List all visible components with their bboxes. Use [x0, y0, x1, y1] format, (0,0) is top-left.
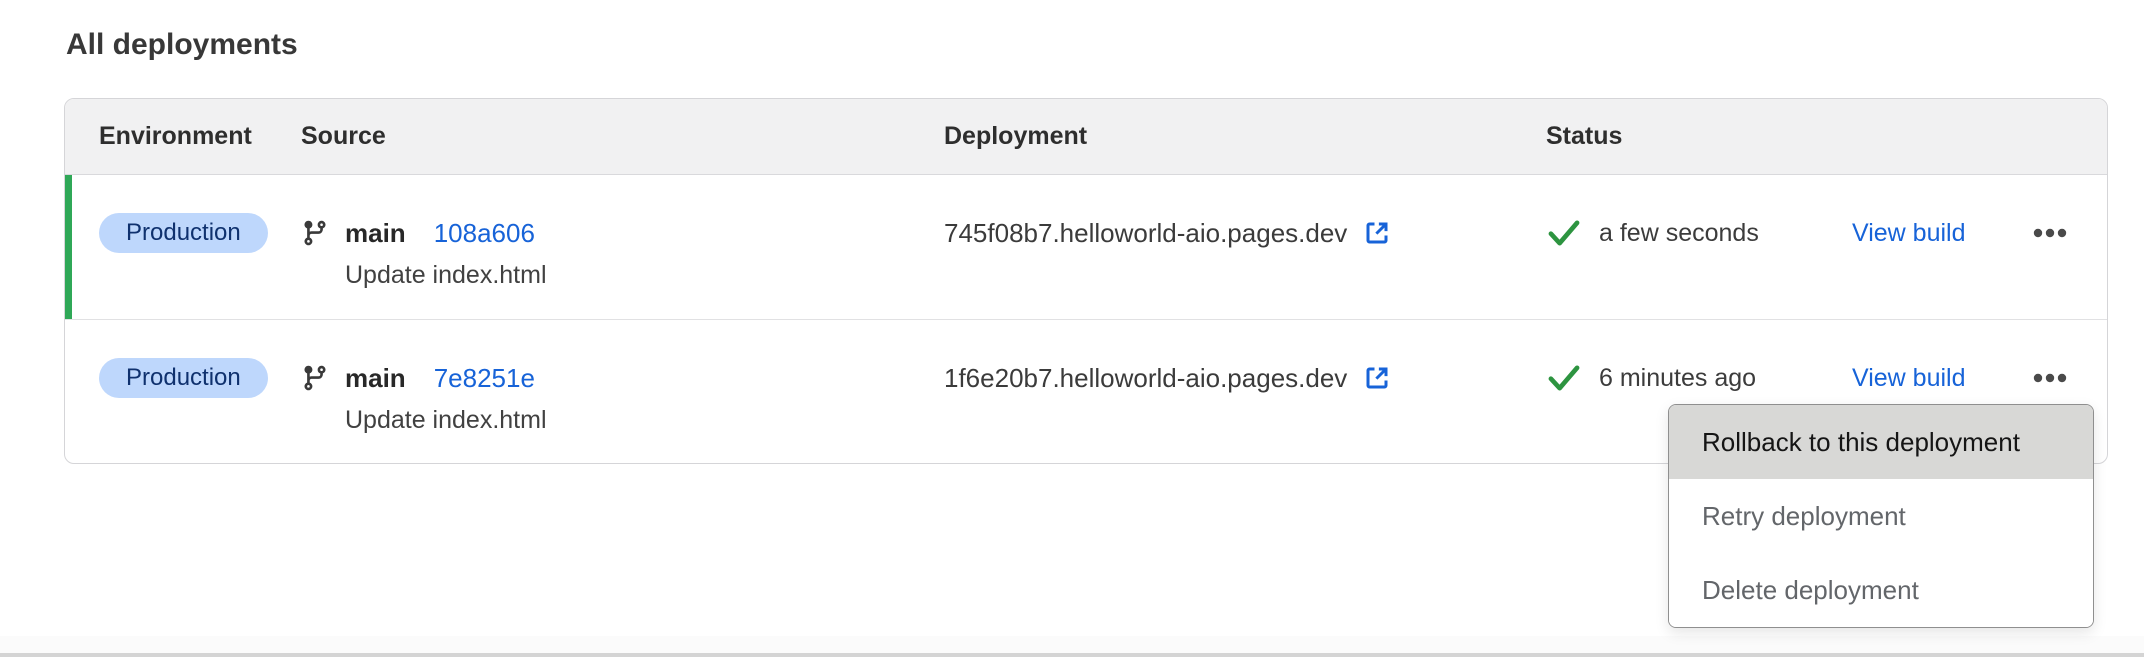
actions-cell: View build: [1852, 213, 2107, 253]
view-build-link[interactable]: View build: [1852, 219, 1966, 248]
deployment-context-menu: Rollback to this deployment Retry deploy…: [1668, 404, 2094, 628]
status-time: 6 minutes ago: [1599, 364, 1756, 393]
deployment-url: 745f08b7.helloworld-aio.pages.dev: [944, 218, 1347, 249]
commit-message: Update index.html: [345, 406, 944, 435]
row-menu-button[interactable]: [2029, 369, 2071, 387]
menu-item-retry[interactable]: Retry deployment: [1669, 479, 2093, 553]
source-cell: main 7e8251e Update index.html: [301, 358, 944, 435]
kebab-menu-icon: [2033, 373, 2067, 383]
column-header-deployment: Deployment: [944, 122, 1546, 151]
column-header-environment: Environment: [99, 122, 301, 151]
deployment-cell: 745f08b7.helloworld-aio.pages.dev: [944, 213, 1546, 253]
git-branch-icon: [301, 364, 329, 392]
status-time: a few seconds: [1599, 219, 1759, 248]
status-cell: a few seconds: [1546, 213, 1852, 253]
column-header-source: Source: [301, 122, 944, 151]
external-link-icon[interactable]: [1362, 218, 1392, 248]
environment-cell: Production: [99, 213, 301, 253]
commit-message: Update index.html: [345, 261, 944, 290]
next-section-band: [0, 636, 2144, 653]
environment-badge: Production: [99, 213, 268, 253]
success-check-icon: [1546, 362, 1582, 394]
table-row: Production main 108a606 Update index.htm…: [65, 175, 2107, 319]
success-check-icon: [1546, 217, 1582, 249]
actions-cell: View build: [1852, 358, 2107, 398]
deployment-cell: 1f6e20b7.helloworld-aio.pages.dev: [944, 358, 1546, 398]
environment-cell: Production: [99, 358, 301, 398]
commit-link[interactable]: 7e8251e: [434, 363, 535, 394]
branch-name: main: [345, 218, 406, 249]
section-divider: [0, 653, 2144, 657]
git-branch-icon: [301, 219, 329, 247]
deployments-page: All deployments Environment Source Deplo…: [0, 0, 2144, 662]
external-link-icon[interactable]: [1362, 363, 1392, 393]
column-header-status: Status: [1546, 122, 1852, 151]
environment-badge: Production: [99, 358, 268, 398]
source-cell: main 108a606 Update index.html: [301, 213, 944, 290]
commit-link[interactable]: 108a606: [434, 218, 535, 249]
row-menu-button[interactable]: [2029, 224, 2071, 242]
branch-name: main: [345, 363, 406, 394]
current-deployment-marker: [65, 175, 72, 319]
deployment-url: 1f6e20b7.helloworld-aio.pages.dev: [944, 363, 1347, 394]
view-build-link[interactable]: View build: [1852, 364, 1966, 393]
kebab-menu-icon: [2033, 228, 2067, 238]
page-title: All deployments: [66, 28, 298, 62]
menu-item-delete[interactable]: Delete deployment: [1669, 553, 2093, 627]
table-header: Environment Source Deployment Status: [65, 99, 2107, 175]
status-cell: 6 minutes ago: [1546, 358, 1852, 398]
menu-item-rollback[interactable]: Rollback to this deployment: [1669, 405, 2093, 479]
